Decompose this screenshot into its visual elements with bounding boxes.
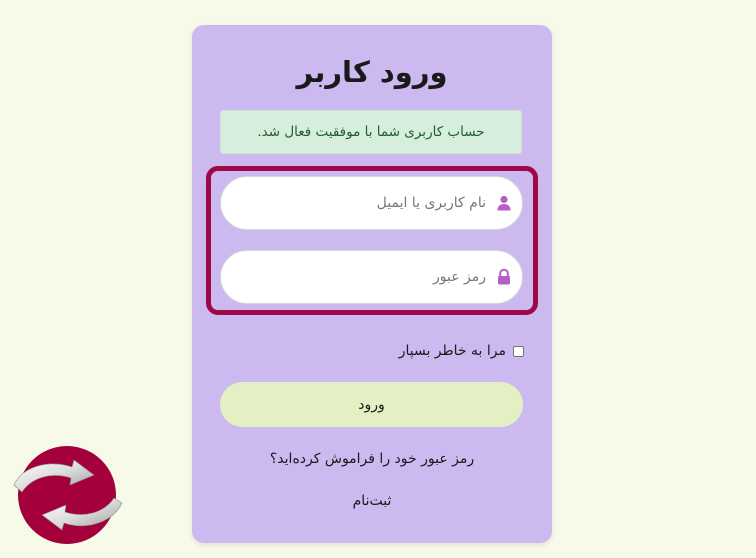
- username-input[interactable]: [235, 177, 486, 229]
- login-button[interactable]: ورود: [220, 382, 523, 427]
- user-icon: [497, 195, 511, 211]
- login-card: ورود کاربر حساب کاربری شما با موفقیت فعا…: [192, 25, 552, 543]
- register-link[interactable]: ثبت‌نام: [192, 493, 552, 509]
- remember-label: مرا به خاطر بسپار: [398, 343, 506, 359]
- page-title: ورود کاربر: [296, 55, 448, 89]
- remember-me[interactable]: مرا به خاطر بسپار: [399, 341, 524, 361]
- password-input[interactable]: [235, 251, 486, 303]
- success-alert: حساب کاربری شما با موفقیت فعال شد.: [220, 110, 522, 154]
- password-field[interactable]: [220, 250, 523, 304]
- forgot-password-link[interactable]: رمز عبور خود را فراموش کرده‌اید؟: [192, 451, 552, 467]
- remember-checkbox[interactable]: [513, 345, 524, 357]
- username-field[interactable]: [220, 176, 523, 230]
- lock-icon: [498, 268, 510, 285]
- sync-arrows-logo-icon: [13, 446, 123, 544]
- alert-message: حساب کاربری شما با موفقیت فعال شد.: [257, 124, 485, 140]
